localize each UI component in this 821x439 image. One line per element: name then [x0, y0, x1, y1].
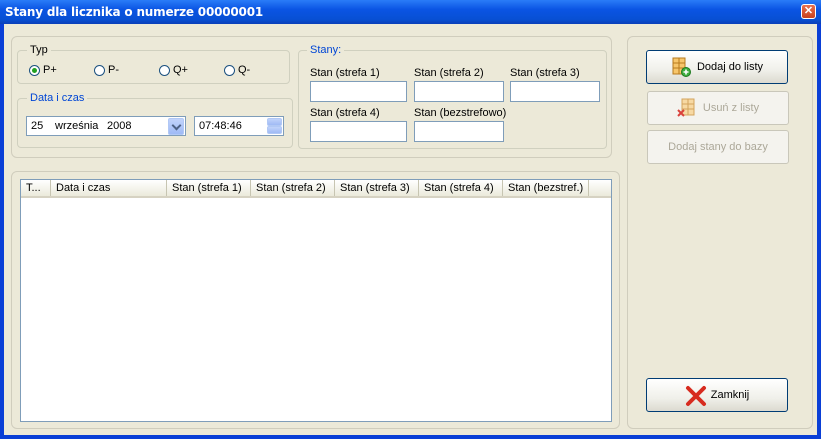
time-value: 07:48:46 [199, 120, 242, 132]
stan-strefa-3-label: Stan (strefa 3) [510, 67, 580, 79]
col-header-data-czas[interactable]: Data i czas [51, 180, 167, 196]
radio-p-minus-indicator[interactable] [94, 64, 105, 76]
radio-q-plus-indicator[interactable] [159, 64, 170, 76]
remove-from-list-button[interactable]: Usuń z listy [647, 91, 789, 125]
radio-q-minus[interactable]: Q- [224, 64, 250, 76]
date-day: 25 [31, 120, 44, 132]
radio-q-plus[interactable]: Q+ [159, 64, 188, 76]
radio-q-minus-indicator[interactable] [224, 64, 235, 76]
time-picker[interactable]: 07:48:46 [194, 116, 284, 136]
list-header: T... Data i czas Stan (strefa 1) Stan (s… [21, 180, 611, 198]
stan-bezstrefowo-input[interactable] [414, 121, 504, 142]
date-month: września [55, 120, 99, 132]
radio-p-minus[interactable]: P- [94, 64, 119, 76]
col-header-strefa-1[interactable]: Stan (strefa 1) [167, 180, 251, 196]
stan-strefa-2-label: Stan (strefa 2) [414, 67, 484, 79]
radio-p-plus-indicator[interactable] [29, 64, 40, 76]
radio-p-plus[interactable]: P+ [29, 64, 57, 76]
dialog-client-area: Typ P+ P- Q+ Q- Data i czas 25 września … [4, 24, 817, 435]
radio-q-minus-label: Q- [238, 64, 251, 76]
col-header-strefa-2[interactable]: Stan (strefa 2) [251, 180, 335, 196]
date-picker[interactable]: 25 września 2008 [26, 116, 186, 136]
add-to-database-label: Dodaj stany do bazy [668, 141, 768, 153]
chevron-down-icon[interactable] [168, 118, 184, 135]
input-panel: Typ P+ P- Q+ Q- Data i czas 25 września … [11, 36, 612, 158]
window-title: Stany dla licznika o numerze 00000001 [5, 5, 264, 19]
stan-strefa-1-input[interactable] [310, 81, 407, 102]
spin-down-icon[interactable] [267, 126, 282, 134]
date-year: 2008 [107, 120, 132, 132]
close-button-label: Zamknij [710, 389, 750, 401]
radio-q-plus-label: Q+ [173, 64, 188, 76]
stan-strefa-4-label: Stan (strefa 4) [310, 107, 380, 119]
add-row-icon [671, 57, 691, 77]
close-window-button[interactable]: ✕ [801, 4, 816, 19]
col-header-bezstref[interactable]: Stan (bezstref.) [503, 180, 589, 196]
remove-from-list-label: Usuń z listy [702, 102, 760, 114]
typ-legend: Typ [27, 44, 51, 56]
stan-bezstrefowo-label: Stan (bezstrefowo) [414, 107, 507, 119]
close-button[interactable]: Zamknij [646, 378, 788, 412]
add-to-database-button[interactable]: Dodaj stany do bazy [647, 130, 789, 164]
stany-legend: Stany: [307, 44, 345, 56]
stan-strefa-1-label: Stan (strefa 1) [310, 67, 380, 79]
title-bar[interactable]: Stany dla licznika o numerze 00000001 ✕ [0, 0, 821, 24]
stan-strefa-4-input[interactable] [310, 121, 407, 142]
readings-list[interactable]: T... Data i czas Stan (strefa 1) Stan (s… [20, 179, 612, 422]
add-to-list-label: Dodaj do listy [696, 61, 764, 73]
dialog-window: Stany dla licznika o numerze 00000001 ✕ … [0, 0, 821, 439]
col-header-strefa-3[interactable]: Stan (strefa 3) [335, 180, 419, 196]
col-header-strefa-4[interactable]: Stan (strefa 4) [419, 180, 503, 196]
datetime-legend: Data i czas [27, 92, 88, 104]
typ-group: Typ P+ P- Q+ Q- [17, 44, 290, 84]
radio-p-plus-label: P+ [43, 64, 57, 76]
stan-strefa-3-input[interactable] [510, 81, 600, 102]
add-to-list-button[interactable]: Dodaj do listy [646, 50, 788, 84]
radio-p-minus-label: P- [108, 64, 119, 76]
spin-up-icon[interactable] [267, 118, 282, 126]
col-header-typ[interactable]: T... [21, 180, 51, 196]
red-x-icon [685, 385, 706, 406]
stan-strefa-2-input[interactable] [414, 81, 504, 102]
stany-group: Stany: Stan (strefa 1) Stan (strefa 2) S… [298, 44, 607, 149]
remove-row-icon [677, 98, 697, 118]
datetime-group: Data i czas 25 września 2008 07:48:46 [17, 92, 293, 148]
